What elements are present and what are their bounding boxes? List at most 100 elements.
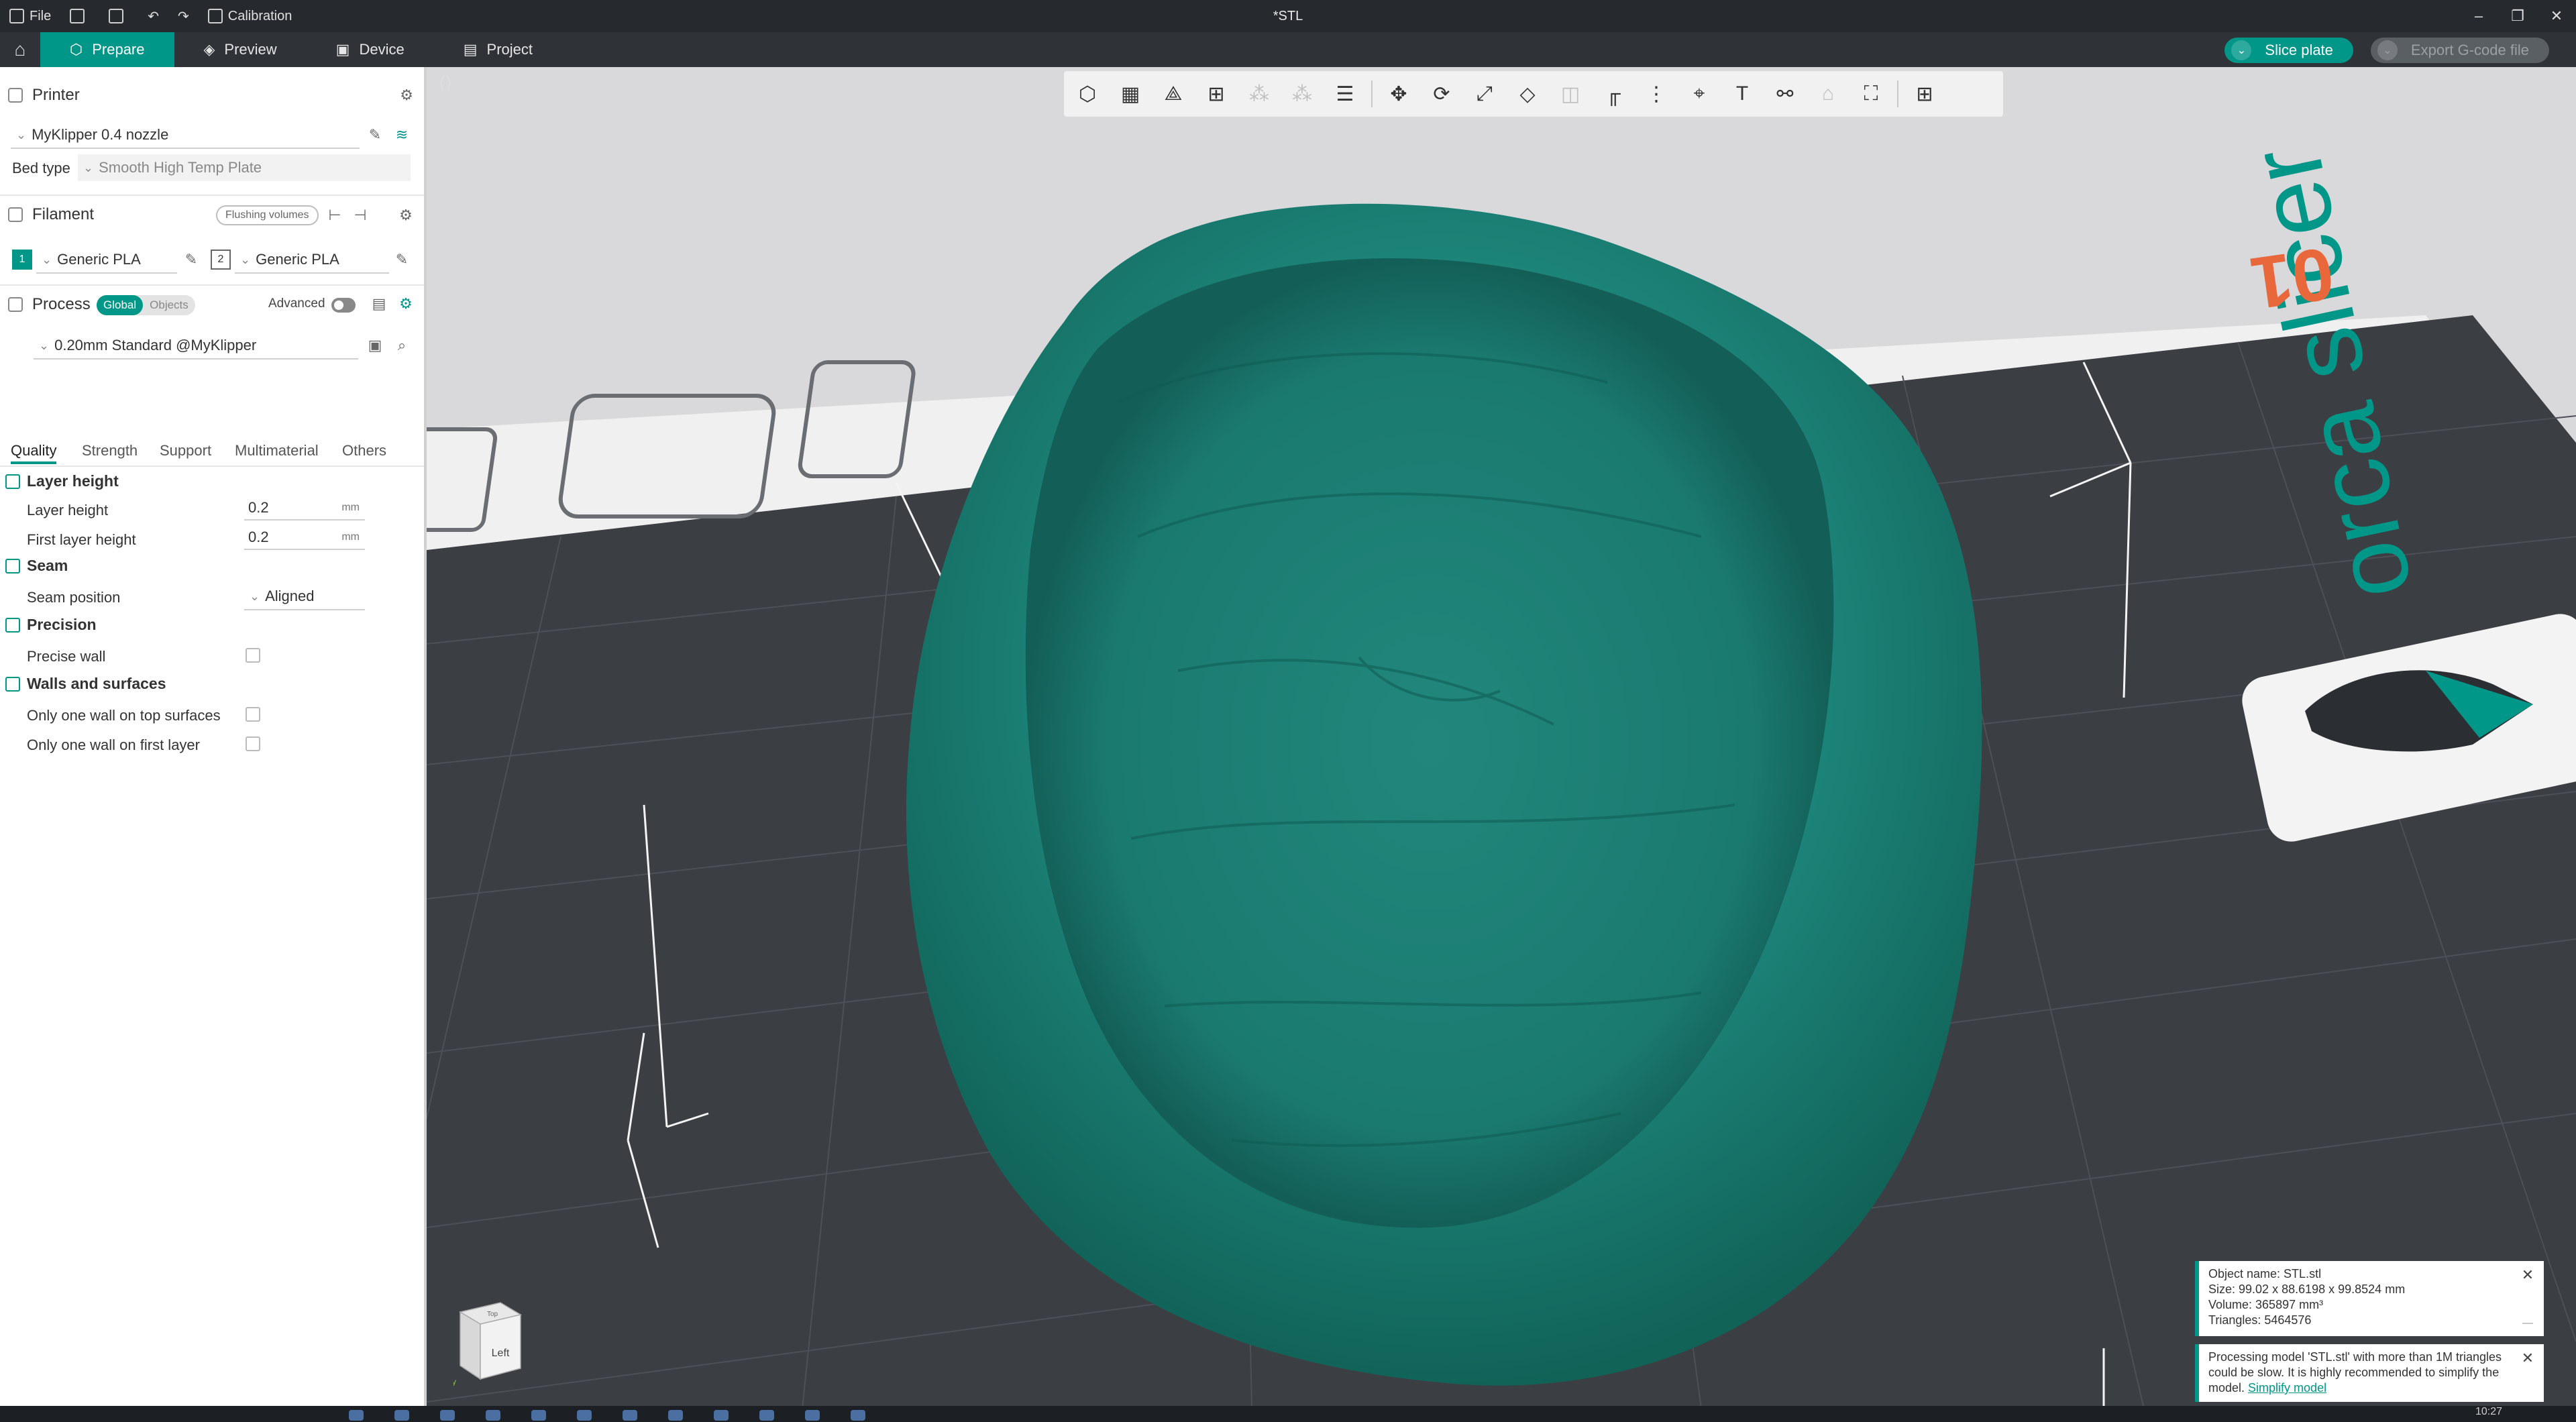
navcube-top-face: Top [487,1311,498,1318]
process-preset-select[interactable]: ⌄ 0.20mm Standard @MyKlipper [34,333,358,360]
global-option[interactable]: Global [97,295,144,315]
tab-device[interactable]: ▣ Device [307,32,434,67]
split-objects-icon[interactable]: ⁂ [1242,77,1276,111]
app-icon[interactable] [531,1410,546,1421]
one-wall-first-checkbox[interactable] [246,736,260,751]
objects-option[interactable]: Objects [143,295,195,315]
tab-others[interactable]: Others [342,437,386,464]
tab-strength[interactable]: Strength [82,437,138,464]
search-icon[interactable]: ⌕ [393,337,411,354]
app-icon[interactable] [623,1410,637,1421]
app-icon[interactable] [714,1410,729,1421]
add-plate-icon[interactable]: ▦ [1114,77,1147,111]
process-settings-icon[interactable]: ⚙ [397,295,415,313]
lay-on-face-icon[interactable]: ◇ [1511,77,1544,111]
seam-position-select[interactable]: ⌄ Aligned [244,584,365,610]
layer-height-input[interactable]: 0.2 mm [244,496,365,521]
minimize-icon[interactable]: — [2522,1315,2533,1331]
assembly-icon[interactable]: ⌂ [1811,77,1845,111]
notes-button[interactable] [60,0,99,32]
filament-slot-1-select[interactable]: ⌄ Generic PLA [36,247,177,274]
chevron-down-icon[interactable]: ⌄ [2377,40,2398,60]
app-icon[interactable] [805,1410,820,1421]
filament-settings-icon[interactable]: ⚙ [397,207,415,224]
measure-icon[interactable]: ⚯ [1768,77,1802,111]
arrange-icon[interactable]: ⊞ [1199,77,1233,111]
app-icon[interactable] [440,1410,455,1421]
file-menu[interactable]: File [0,0,60,32]
redo-button[interactable]: ↷ [168,0,199,32]
tab-preview[interactable]: ◈ Preview [174,32,307,67]
precise-wall-checkbox[interactable] [246,648,260,663]
flushing-volumes-button[interactable]: Flushing volumes [216,205,319,225]
export-gcode-button[interactable]: ⌄ Export G-code file [2370,38,2549,63]
process-scope-toggle[interactable]: Global Objects [97,295,195,315]
wifi-icon[interactable]: ≋ [393,126,411,144]
save-button[interactable] [99,0,138,32]
add-object-icon[interactable]: ⬡ [1071,77,1104,111]
device-icon: ▣ [335,41,350,58]
3d-scene[interactable]: orca slicer 01 [427,67,2576,1409]
seam-paint-icon[interactable]: ⋮ [1640,77,1673,111]
advanced-toggle[interactable] [331,298,356,313]
calibration-label: Calibration [227,8,292,23]
restore-icon[interactable]: ❐ [2498,0,2537,32]
seam-group-label: Seam [27,557,68,574]
app-icon[interactable] [577,1410,592,1421]
edit-icon[interactable]: ✎ [182,251,200,268]
home-button[interactable]: ⌂ [0,32,40,67]
navigation-cube[interactable]: Left Top y [453,1299,527,1386]
slice-plate-button[interactable]: ⌄ Slice plate [2224,38,2353,63]
compare-icon[interactable]: ▤ [370,295,388,313]
add-filament-icon[interactable]: ⊢ [326,207,343,224]
variable-layer-height-icon[interactable]: ☰ [1328,77,1362,111]
app-icon[interactable] [394,1410,409,1421]
undo-button[interactable]: ↶ [138,0,168,32]
minimize-icon[interactable]: – [2459,0,2498,32]
close-icon[interactable]: ✕ [2537,0,2576,32]
printer-settings-icon[interactable]: ⚙ [400,87,413,104]
tab-prepare[interactable]: ⬡ Prepare [40,32,174,67]
move-icon[interactable]: ✥ [1382,77,1415,111]
seam-group: Seam [5,557,68,575]
app-icon[interactable] [851,1410,865,1421]
tab-quality[interactable]: Quality [11,437,57,464]
tab-multimaterial[interactable]: Multimaterial [235,437,319,464]
collapse-sidebar-button[interactable]: ⟨⟩ [433,71,458,95]
tab-support[interactable]: Support [160,437,211,464]
close-icon[interactable]: ✕ [2520,1350,2536,1366]
text-icon[interactable]: T [1725,77,1759,111]
app-icon[interactable] [668,1410,683,1421]
chevron-down-icon: ⌄ [39,338,50,352]
bed-type-select[interactable]: ⌄ Smooth High Temp Plate [78,154,411,181]
rotate-icon[interactable]: ⟳ [1425,77,1458,111]
cut-icon[interactable]: ◫ [1554,77,1587,111]
chevron-down-icon[interactable]: ⌄ [2231,40,2252,60]
emboss-icon[interactable]: ⌖ [1682,77,1716,111]
remove-filament-icon[interactable]: ⊣ [352,207,369,224]
view-settings-icon[interactable]: ⊞ [1908,77,1941,111]
app-icon[interactable] [486,1410,500,1421]
app-icon[interactable] [759,1410,774,1421]
object-info-panel: Object name: STL.stl Size: 99.02 x 88.61… [2195,1261,2544,1336]
scale-icon[interactable]: ⤢ [1468,77,1501,111]
edit-icon[interactable]: ✎ [366,126,384,144]
app-icon[interactable] [349,1410,364,1421]
edit-icon[interactable]: ✎ [393,251,411,268]
close-icon[interactable]: ✕ [2520,1266,2536,1282]
filament-slot-2-select[interactable]: ⌄ Generic PLA [235,247,389,274]
chevron-down-icon: ⌄ [83,160,94,174]
one-wall-top-checkbox[interactable] [246,707,260,722]
bed-type-value: Smooth High Temp Plate [99,159,262,176]
boolean-icon[interactable]: ⛶ [1854,77,1888,111]
split-parts-icon[interactable]: ⁂ [1285,77,1319,111]
save-preset-icon[interactable]: ▣ [366,337,384,354]
support-paint-icon[interactable]: ╓ [1597,77,1630,111]
tab-project[interactable]: ▤ Project [434,32,562,67]
simplify-model-link[interactable]: Simplify model [2248,1381,2326,1394]
auto-orient-icon[interactable]: ⟁ [1157,77,1190,111]
calibration-menu[interactable]: Calibration [199,0,302,32]
3d-viewport[interactable]: orca slicer 01 ⟨⟩ ⬡ ▦ ⟁ ⊞ ⁂ ⁂ ☰ ✥ ⟳ ⤢ ◇ … [427,67,2576,1409]
printer-preset-select[interactable]: ⌄ MyKlipper 0.4 nozzle [11,122,360,149]
first-layer-height-input[interactable]: 0.2 mm [244,526,365,550]
